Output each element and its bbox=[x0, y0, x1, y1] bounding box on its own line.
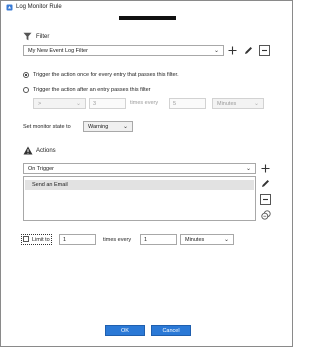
add-action-button[interactable] bbox=[260, 163, 271, 174]
limit-unit-value: Minutes bbox=[185, 236, 205, 243]
limit-unit-select[interactable]: Minutes ⌄ bbox=[180, 234, 234, 245]
window-title: Log Monitor Rule bbox=[16, 4, 62, 10]
chevron-down-icon: ⌄ bbox=[223, 237, 229, 243]
actions-list[interactable]: Send an Email bbox=[23, 176, 256, 221]
action-trigger-select[interactable]: On Trigger ⌄ bbox=[23, 163, 256, 174]
monitor-state-label: Set monitor state to bbox=[23, 124, 71, 130]
log-monitor-rule-dialog: Log Monitor Rule Filter My New Event Log… bbox=[0, 0, 293, 347]
copy-icon bbox=[260, 209, 271, 220]
actions-heading: Actions bbox=[36, 148, 56, 154]
limit-times-every-label: times every bbox=[103, 237, 132, 243]
edit-filter-button[interactable] bbox=[243, 45, 254, 56]
monitor-state-select[interactable]: Warning ⌄ bbox=[83, 121, 133, 132]
trigger-once-label: Trigger the action once for every entry … bbox=[33, 72, 179, 78]
copy-action-button[interactable] bbox=[260, 209, 271, 220]
pencil-icon bbox=[245, 47, 252, 54]
minus-icon bbox=[263, 198, 268, 201]
chevron-down-icon: ⌄ bbox=[213, 48, 219, 54]
trigger-count-input[interactable]: 3 bbox=[89, 98, 126, 109]
app-icon bbox=[6, 4, 13, 11]
remove-filter-button[interactable] bbox=[259, 45, 270, 56]
drag-handle[interactable] bbox=[119, 16, 176, 20]
chevron-down-icon: ⌄ bbox=[75, 101, 81, 107]
remove-action-button[interactable] bbox=[260, 194, 271, 205]
trigger-count-value: 3 bbox=[93, 100, 97, 107]
trigger-unit-value: Minutes bbox=[217, 100, 237, 107]
trigger-unit-select[interactable]: Minutes ⌄ bbox=[212, 98, 264, 109]
action-item-label: Send an Email bbox=[32, 182, 68, 188]
minus-icon bbox=[262, 49, 267, 52]
trigger-after-radio[interactable] bbox=[23, 87, 29, 93]
filter-select[interactable]: My New Event Log Filter ⌄ bbox=[23, 45, 224, 56]
chevron-down-icon: ⌄ bbox=[245, 166, 251, 172]
pencil-icon bbox=[262, 180, 269, 187]
monitor-state-value: Warning bbox=[88, 123, 109, 130]
cancel-button[interactable]: Cancel bbox=[151, 325, 191, 336]
chevron-down-icon: ⌄ bbox=[253, 101, 259, 107]
limit-interval-value: 1 bbox=[144, 236, 148, 243]
chevron-down-icon: ⌄ bbox=[122, 124, 128, 130]
trigger-interval-input[interactable]: 5 bbox=[169, 98, 206, 109]
trigger-after-label: Trigger the action after an entry passes… bbox=[33, 87, 151, 93]
trigger-interval-value: 5 bbox=[173, 100, 177, 107]
limit-interval-input[interactable]: 1 bbox=[140, 234, 177, 245]
plus-icon bbox=[261, 164, 270, 173]
action-trigger-value: On Trigger bbox=[28, 165, 54, 172]
add-filter-button[interactable] bbox=[227, 45, 238, 56]
times-every-label: times every bbox=[130, 100, 159, 106]
limit-label: Limit to bbox=[32, 237, 50, 243]
edit-action-button[interactable] bbox=[260, 178, 271, 189]
trigger-once-radio[interactable] bbox=[23, 72, 29, 78]
filter-heading: Filter bbox=[36, 34, 50, 40]
limit-count-input[interactable]: 1 bbox=[59, 234, 96, 245]
comparator-value: > bbox=[38, 100, 42, 107]
limit-checkbox[interactable] bbox=[23, 236, 29, 242]
funnel-icon bbox=[23, 32, 32, 41]
ok-button[interactable]: OK bbox=[105, 325, 145, 336]
list-item[interactable]: Send an Email bbox=[25, 180, 254, 190]
plus-icon bbox=[228, 46, 237, 55]
filter-select-value: My New Event Log Filter bbox=[28, 47, 88, 54]
title-bar: Log Monitor Rule bbox=[1, 1, 292, 15]
warning-icon bbox=[23, 146, 33, 155]
comparator-select[interactable]: > ⌄ bbox=[33, 98, 86, 109]
limit-count-value: 1 bbox=[63, 236, 67, 243]
